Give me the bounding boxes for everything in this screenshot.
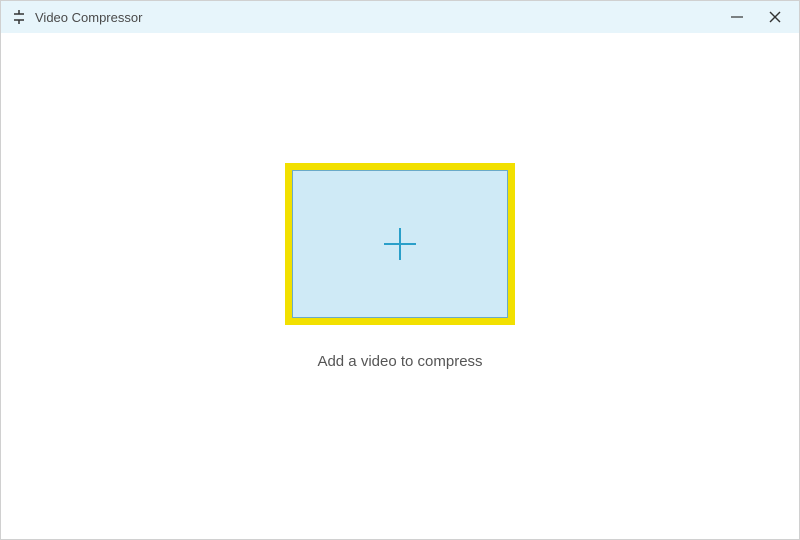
add-video-prompt: Add a video to compress (317, 353, 482, 370)
plus-icon (380, 224, 420, 264)
titlebar: Video Compressor (1, 1, 799, 33)
minimize-icon (730, 10, 744, 24)
close-icon (768, 10, 782, 24)
minimize-button[interactable] (727, 7, 747, 27)
close-button[interactable] (765, 7, 785, 27)
main-content: Add a video to compress (1, 33, 799, 539)
dropzone-inner (292, 170, 508, 318)
app-icon (11, 9, 27, 25)
window-title: Video Compressor (35, 10, 142, 25)
add-video-dropzone[interactable] (285, 163, 515, 325)
window-controls (727, 7, 789, 27)
